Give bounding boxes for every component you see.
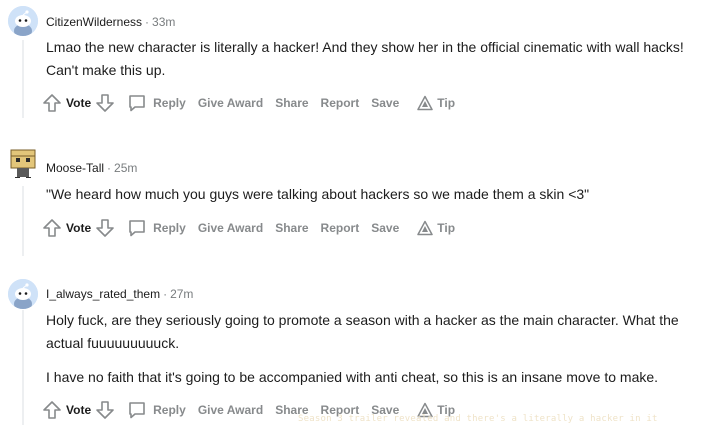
upvote-arrow-icon[interactable] [42,218,62,238]
tip-label: Tip [437,96,456,110]
thread-line[interactable] [22,40,24,118]
comment-meta: I_always_rated_them · 27m [46,286,193,302]
timestamp[interactable]: 33m [152,15,175,29]
downvote-arrow-icon[interactable] [95,93,115,113]
give-award-button[interactable]: Give Award [198,221,263,235]
meta-separator: · [163,287,168,301]
downvote-arrow-icon[interactable] [95,218,115,238]
meta-separator: · [107,161,112,175]
tip-label: Tip [437,221,456,235]
give-award-label: Give Award [197,221,264,235]
share-label: Share [275,96,309,110]
tip-button[interactable]: Tip [417,95,455,111]
reply-label: Reply [153,221,186,235]
vote-group: Vote [42,218,115,238]
downvote-arrow-icon[interactable] [95,400,115,420]
comment-paragraph: Holy fuck, are they seriously going to p… [46,312,679,351]
comment-bubble-icon [129,402,145,419]
comment-body: Holy fuck, are they seriously going to p… [46,309,696,400]
comment-actions: Vote Reply Give Award Share Report Save … [42,216,467,240]
vote-label: Vote [66,403,92,417]
comment-bubble-icon [129,95,145,112]
tip-triangle-icon [417,220,433,236]
comment-meta: Moose-Tall · 25m [46,160,137,176]
report-button[interactable]: Report [321,96,360,110]
vote-group: Vote [42,400,115,420]
snoo-avatar-icon [8,6,38,36]
comment-paragraph: "We heard how much you guys were talking… [46,186,590,202]
timestamp[interactable]: 25m [114,161,137,175]
comment-paragraph: I have no faith that it's going to be ac… [46,369,659,385]
tip-button[interactable]: Tip [417,220,455,236]
avatar[interactable] [8,148,38,178]
share-button[interactable]: Share [275,96,308,110]
comment-2: Moose-Tall · 25m "We heard how much you gu… [0,140,701,260]
vote-label: Vote [66,96,92,110]
username[interactable]: Moose-Tall [46,161,104,175]
report-label: Report [320,96,360,110]
reply-button[interactable]: Reply [127,218,186,238]
give-award-button[interactable]: Give Award [198,403,263,417]
reply-button[interactable]: Reply [127,93,186,113]
give-award-button[interactable]: Give Award [198,96,263,110]
comment-actions: Vote Reply Give Award Share Report Save … [42,91,467,115]
save-label: Save [371,96,400,110]
username[interactable]: I_always_rated_them [46,287,160,301]
username[interactable]: CitizenWilderness [46,15,142,29]
comment-body: "We heard how much you guys were talking… [46,183,696,217]
give-award-label: Give Award [197,96,264,110]
upvote-arrow-icon[interactable] [42,400,62,420]
reply-button[interactable]: Reply [127,400,186,420]
reply-label: Reply [153,96,186,110]
report-button[interactable]: Report [321,221,360,235]
give-award-label: Give Award [197,403,264,417]
save-button[interactable]: Save [371,221,399,235]
vote-group: Vote [42,93,115,113]
reply-label: Reply [153,403,186,417]
vote-label: Vote [66,221,92,235]
share-button[interactable]: Share [275,221,308,235]
comment-body: Lmao the new character is literally a ha… [46,36,696,93]
watermark-text: Season 3 trailer revealed and there's a … [298,414,658,424]
comment-3: I_always_rated_them · 27m Holy fuck, are t… [0,270,701,429]
thread-line[interactable] [22,186,24,256]
report-label: Report [320,221,360,235]
share-label: Share [275,221,309,235]
save-label: Save [371,221,400,235]
box-character-avatar-icon [10,149,36,178]
save-button[interactable]: Save [371,96,399,110]
comment-1: CitizenWilderness · 33m Lmao the new chara… [0,0,701,125]
tip-triangle-icon [417,95,433,111]
avatar[interactable] [8,279,38,309]
upvote-arrow-icon[interactable] [42,93,62,113]
comment-bubble-icon [129,220,145,237]
timestamp[interactable]: 27m [170,287,193,301]
avatar[interactable] [8,6,38,36]
meta-separator: · [145,15,150,29]
comment-meta: CitizenWilderness · 33m [46,14,175,30]
snoo-avatar-icon [8,279,38,309]
thread-line[interactable] [22,310,24,425]
comment-paragraph: Lmao the new character is literally a ha… [46,39,684,78]
